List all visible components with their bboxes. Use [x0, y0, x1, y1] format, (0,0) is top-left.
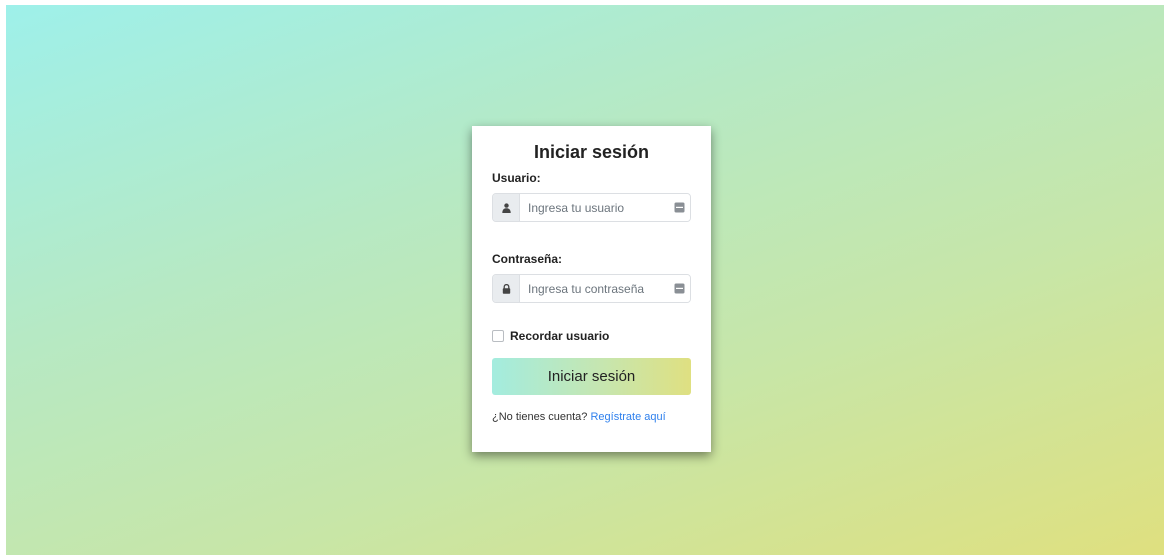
username-input-group [492, 193, 691, 222]
login-title: Iniciar sesión [533, 142, 650, 162]
autofill-key-icon[interactable] [668, 194, 690, 221]
remember-row: Recordar usuario [492, 328, 691, 344]
signup-prompt: ¿No tienes cuenta? Regístrate aquí [492, 410, 691, 424]
lock-icon [493, 275, 520, 302]
remember-checkbox[interactable] [492, 330, 504, 342]
password-input-group [492, 274, 691, 303]
username-label: Usuario: [492, 171, 541, 185]
login-card: Iniciar sesión Usuario: Contraseña: [472, 126, 711, 452]
autofill-key-icon[interactable] [668, 275, 690, 302]
signup-prompt-text: ¿No tienes cuenta? [492, 411, 588, 423]
signup-link[interactable]: Regístrate aquí [590, 411, 665, 423]
password-input[interactable] [520, 275, 668, 302]
page-background: Iniciar sesión Usuario: Contraseña: [6, 5, 1164, 555]
login-button[interactable]: Iniciar sesión [492, 358, 691, 395]
password-label: Contraseña: [492, 252, 563, 266]
remember-label[interactable]: Recordar usuario [510, 329, 609, 343]
user-icon [493, 194, 520, 221]
username-input[interactable] [520, 194, 668, 221]
